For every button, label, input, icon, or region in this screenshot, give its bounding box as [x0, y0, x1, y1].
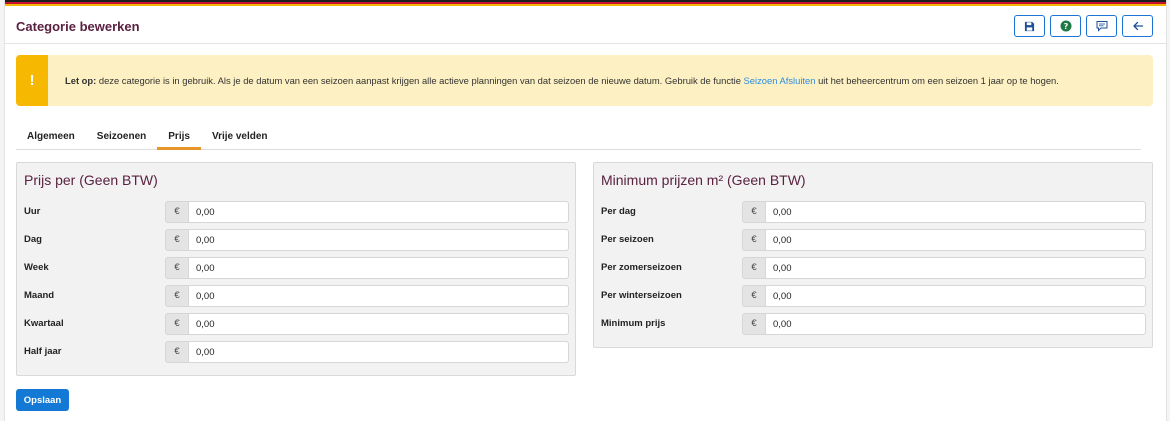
save-icon	[1024, 21, 1035, 32]
price-label: Maand	[24, 290, 55, 301]
currency-addon: €	[742, 257, 765, 279]
min-price-label: Per zomerseizoen	[601, 262, 682, 273]
price-row-maand: Maand €	[17, 285, 575, 307]
page-title: Categorie bewerken	[16, 19, 140, 34]
price-row-kwartaal: Kwartaal €	[17, 313, 575, 335]
price-label: Half jaar	[24, 346, 62, 357]
svg-text:?: ?	[1063, 22, 1068, 31]
price-week-input[interactable]	[188, 257, 569, 279]
alert-text-before: deze categorie is in gebruik. Als je de …	[96, 75, 744, 86]
price-per-panel: Prijs per (Geen BTW) Uur € Dag € Week € …	[16, 162, 576, 376]
save-toolbar-button[interactable]	[1014, 15, 1045, 37]
min-row-per-dag: Per dag €	[594, 201, 1152, 223]
price-label: Week	[24, 262, 49, 273]
min-row-per-seizoen: Per seizoen €	[594, 229, 1152, 251]
price-row-dag: Dag €	[17, 229, 575, 251]
min-per-seizoen-input[interactable]	[765, 229, 1146, 251]
min-per-winterseizoen-input[interactable]	[765, 285, 1146, 307]
price-per-title: Prijs per (Geen BTW)	[24, 172, 158, 188]
tab-seizoenen[interactable]: Seizoenen	[86, 126, 157, 150]
currency-addon: €	[165, 201, 188, 223]
minimum-prices-title: Minimum prijzen m² (Geen BTW)	[601, 172, 806, 188]
minimum-prices-panel: Minimum prijzen m² (Geen BTW) Per dag € …	[593, 162, 1153, 348]
tab-algemeen[interactable]: Algemeen	[16, 126, 86, 150]
price-label: Uur	[24, 206, 41, 217]
alert-message: Let op: deze categorie is in gebruik. Al…	[65, 75, 1059, 86]
min-minimum-prijs-input[interactable]	[765, 313, 1146, 335]
currency-addon: €	[742, 285, 765, 307]
currency-addon: €	[742, 313, 765, 335]
alert-text-after: uit het beheercentrum om een seizoen 1 j…	[815, 75, 1059, 86]
toolbar: ?	[1014, 15, 1153, 37]
price-half-jaar-input[interactable]	[188, 341, 569, 363]
help-toolbar-button[interactable]: ?	[1050, 15, 1081, 37]
save-button[interactable]: Opslaan	[16, 389, 69, 411]
price-kwartaal-input[interactable]	[188, 313, 569, 335]
currency-addon: €	[165, 313, 188, 335]
help-icon: ?	[1060, 20, 1072, 32]
price-row-week: Week €	[17, 257, 575, 279]
tab-prijs[interactable]: Prijs	[157, 126, 201, 150]
flag-stripe	[5, 0, 1166, 7]
price-maand-input[interactable]	[188, 285, 569, 307]
in-use-alert: ! Let op: deze categorie is in gebruik. …	[16, 55, 1153, 106]
comment-toolbar-button[interactable]	[1086, 15, 1117, 37]
warning-icon: !	[16, 55, 48, 106]
min-price-label: Per seizoen	[601, 234, 654, 245]
comment-icon	[1096, 20, 1108, 32]
min-price-label: Minimum prijs	[601, 318, 666, 329]
price-label: Dag	[24, 234, 42, 245]
price-row-uur: Uur €	[17, 201, 575, 223]
min-per-dag-input[interactable]	[765, 201, 1146, 223]
min-row-minimum-prijs: Minimum prijs €	[594, 313, 1152, 335]
page: Categorie bewerken ? ! Let op: deze cate…	[4, 0, 1167, 421]
min-price-label: Per winterseizoen	[601, 290, 682, 301]
min-row-per-zomerseizoen: Per zomerseizoen €	[594, 257, 1152, 279]
price-dag-input[interactable]	[188, 229, 569, 251]
min-price-label: Per dag	[601, 206, 636, 217]
currency-addon: €	[742, 229, 765, 251]
alert-prefix: Let op:	[65, 75, 97, 86]
seizoen-afsluiten-link[interactable]: Seizoen Afsluiten	[744, 75, 816, 86]
min-per-zomerseizoen-input[interactable]	[765, 257, 1146, 279]
currency-addon: €	[742, 201, 765, 223]
tab-bar: Algemeen Seizoenen Prijs Vrije velden	[16, 126, 1141, 150]
back-arrow-icon	[1132, 20, 1144, 32]
currency-addon: €	[165, 229, 188, 251]
price-uur-input[interactable]	[188, 201, 569, 223]
currency-addon: €	[165, 257, 188, 279]
currency-addon: €	[165, 285, 188, 307]
min-row-per-winterseizoen: Per winterseizoen €	[594, 285, 1152, 307]
page-header: Categorie bewerken ?	[5, 7, 1166, 44]
tab-vrije-velden[interactable]: Vrije velden	[201, 126, 279, 150]
currency-addon: €	[165, 341, 188, 363]
back-toolbar-button[interactable]	[1122, 15, 1153, 37]
price-row-half-jaar: Half jaar €	[17, 341, 575, 363]
price-label: Kwartaal	[24, 318, 64, 329]
